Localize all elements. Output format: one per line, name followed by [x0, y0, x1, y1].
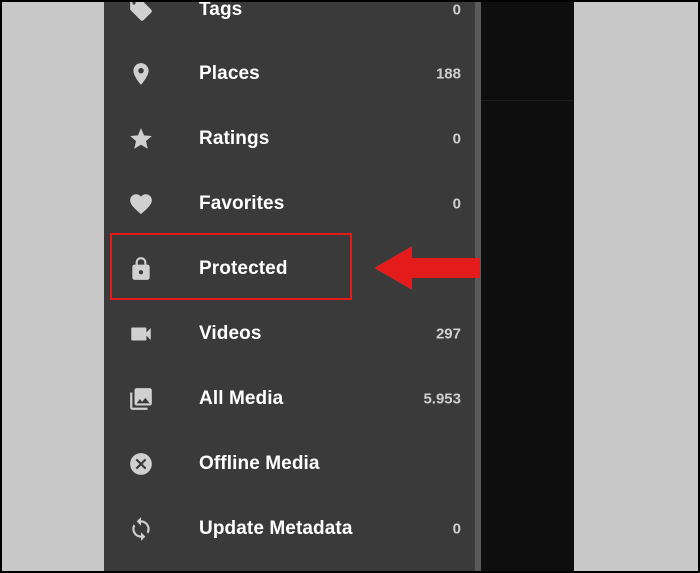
drawer-item-favorites[interactable]: Favorites 0 — [104, 171, 475, 236]
screenshot-frame: Tags 0 Places 188 Ratings 0 Favorites 0 … — [0, 0, 700, 573]
drawer-item-label: Places — [199, 62, 260, 84]
background-content-pane — [475, 2, 574, 571]
drawer-item-count: 188 — [435, 65, 461, 82]
star-icon — [127, 125, 155, 153]
highlight-box-protected — [110, 233, 352, 300]
drawer-item-update-metadata[interactable]: Update Metadata 0 — [104, 496, 475, 561]
drawer-item-label: Offline Media — [199, 452, 320, 474]
drawer-item-label: Videos — [199, 322, 262, 344]
drawer-item-count: 0 — [452, 130, 461, 147]
drawer-item-ratings[interactable]: Ratings 0 — [104, 106, 475, 171]
offline-x-icon — [127, 450, 155, 478]
drawer-item-label: All Media — [199, 387, 284, 409]
tag-icon — [127, 2, 155, 24]
photo-library-icon — [127, 385, 155, 413]
drawer-item-offline-media[interactable]: Offline Media — [104, 431, 475, 496]
drawer-item-tags[interactable]: Tags 0 — [104, 0, 475, 42]
drawer-item-count: 0 — [452, 195, 461, 212]
drawer-item-all-media[interactable]: All Media 5.953 — [104, 366, 475, 431]
pointer-arrow-icon — [374, 246, 480, 290]
drawer-item-label: Ratings — [199, 127, 270, 149]
drawer-item-count: 297 — [435, 325, 461, 342]
heart-icon — [127, 190, 155, 218]
drawer-item-label: Update Metadata — [199, 517, 353, 539]
sync-icon — [127, 515, 155, 543]
drawer-item-label: Tags — [199, 0, 243, 20]
drawer-item-count: 5.953 — [423, 390, 461, 407]
location-pin-icon — [127, 60, 155, 88]
drawer-item-videos[interactable]: Videos 297 — [104, 301, 475, 366]
drawer-item-places[interactable]: Places 188 — [104, 41, 475, 106]
drawer-item-count: 0 — [452, 520, 461, 537]
video-camera-icon — [127, 320, 155, 348]
drawer-item-label: Favorites — [199, 192, 285, 214]
content-divider — [475, 100, 574, 101]
drawer-item-count: 0 — [452, 1, 461, 18]
